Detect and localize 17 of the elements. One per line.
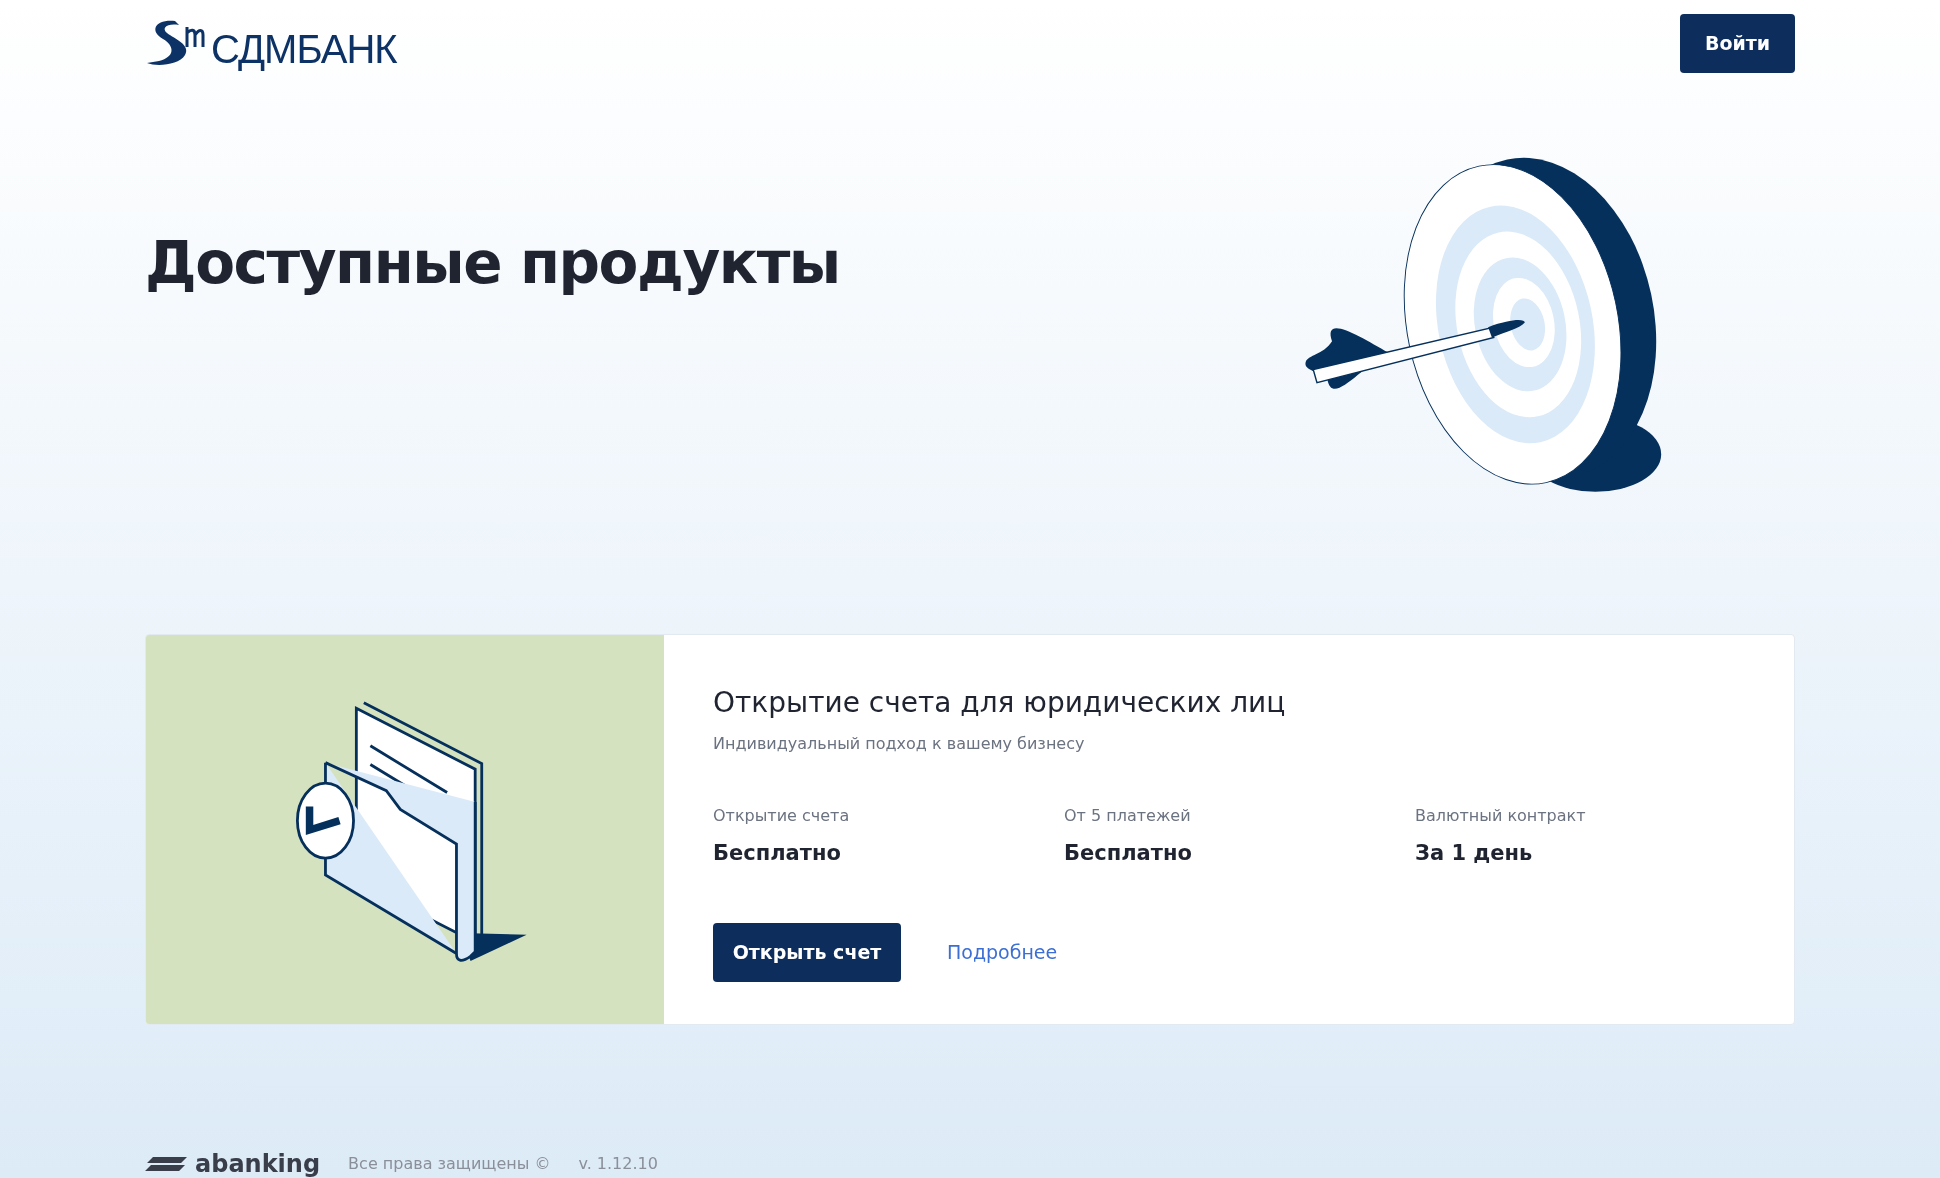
feature-label: Валютный контракт [1415,805,1587,827]
feature-value: Бесплатно [1064,840,1193,867]
product-title: Открытие счета для юридических лиц [713,685,1287,720]
more-link[interactable]: Подробнее [947,937,1058,967]
product-subtitle: Индивидуальный подход к вашему бизнесу [713,733,1086,755]
page-title: Доступные продукты [145,234,840,299]
version-text: v. 1.12.10 [578,1153,658,1175]
login-button[interactable]: Войти [1680,13,1795,73]
brand-name: abanking [195,1152,321,1176]
feature-value: Бесплатно [713,840,842,867]
copyright-text: Все права защищены © [348,1153,551,1175]
open-account-button[interactable]: Открыть счет [713,922,901,982]
feature-label: От 5 платежей [1064,805,1192,827]
stack-icon [145,1157,187,1171]
feature-value: За 1 день [1415,840,1534,867]
logo-text: СДМБАНК [211,29,397,69]
feature-label: Открытие счета [713,805,851,827]
